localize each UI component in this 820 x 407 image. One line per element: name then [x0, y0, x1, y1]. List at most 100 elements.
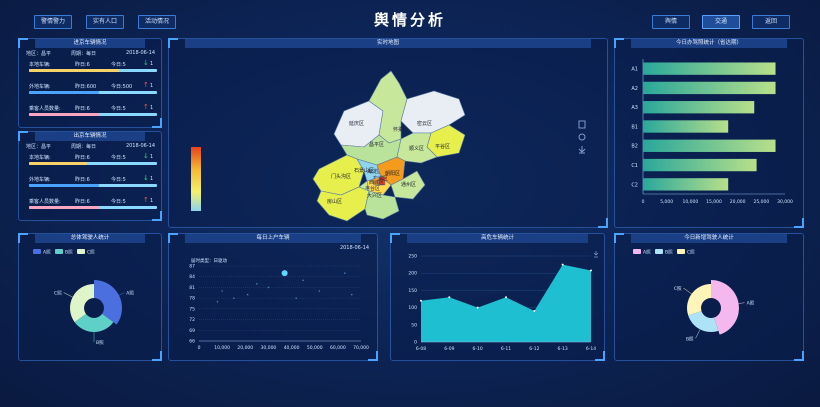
scatter-point[interactable]	[256, 283, 258, 285]
data-point[interactable]	[476, 306, 479, 309]
data-point[interactable]	[533, 310, 536, 313]
y-tick-label: 50	[411, 322, 417, 328]
bar-B2[interactable]	[643, 139, 776, 152]
scatter-point[interactable]	[246, 293, 249, 296]
progress-fill	[29, 113, 100, 116]
yesterday-value: 昨日:6	[75, 199, 90, 205]
x-tick-label: 0	[642, 199, 645, 205]
region-value[interactable]: 昌平	[41, 144, 51, 150]
dashboard: 舆情分析 警情警力 实有人口 活动情况 舆情 交通 返回 进京车辆情况 地区：昌…	[0, 0, 820, 407]
data-point[interactable]	[505, 296, 507, 299]
nav-button-back[interactable]: 返回	[752, 15, 790, 29]
legend-swatch[interactable]	[655, 249, 663, 254]
scatter-point[interactable]	[216, 300, 219, 303]
pie-slice[interactable]	[687, 284, 711, 316]
download-icon[interactable]	[578, 146, 586, 154]
legend-swatch[interactable]	[33, 249, 41, 254]
bar-A1[interactable]	[643, 62, 776, 75]
slice-label: B照	[96, 340, 104, 346]
x-tick-label: 6-11	[501, 346, 511, 352]
data-point[interactable]	[420, 299, 422, 302]
period-value[interactable]: 每日	[86, 51, 96, 57]
row-label: 外地车辆:	[29, 177, 51, 183]
region-value[interactable]: 昌平	[41, 51, 51, 57]
scatter-point[interactable]	[350, 293, 353, 296]
x-tick-label: 60,000	[330, 345, 346, 351]
legend-label: B照	[665, 250, 673, 256]
progress-fill	[29, 206, 100, 209]
row-label: 外地车辆:	[29, 84, 51, 90]
scatter-point[interactable]	[281, 270, 288, 277]
view-icon[interactable]	[578, 120, 586, 129]
x-tick-label: 10,000	[682, 199, 698, 205]
refresh-icon[interactable]	[578, 133, 586, 141]
scatter-point[interactable]	[318, 290, 321, 292]
download-icon[interactable]	[593, 251, 599, 258]
x-tick-label: 6-14	[586, 346, 596, 352]
y-tick-label: 81	[189, 285, 195, 291]
y-tick-label: 72	[189, 317, 195, 323]
danger-area-chart: 0 50 100 150 200 250 6-08 6-09 6-10 6-11 6-12 6-13 6…	[408, 251, 599, 352]
category-label: C2	[631, 182, 638, 188]
y-tick-label: 78	[189, 296, 195, 302]
row-label: 本地车辆:	[29, 62, 51, 68]
x-tick-label: 6-13	[558, 346, 568, 352]
bar-C1[interactable]	[643, 158, 757, 172]
bar-A3[interactable]	[643, 101, 755, 114]
x-tick-label: 20,000	[237, 345, 253, 351]
y-tick-label: 69	[189, 328, 195, 334]
legend-swatch[interactable]	[55, 249, 63, 254]
label-line	[695, 329, 701, 339]
y-tick-label: 0	[414, 340, 417, 346]
bar-A2[interactable]	[643, 81, 776, 95]
pie-slice[interactable]	[688, 311, 719, 332]
y-tick-label: 66	[189, 339, 195, 345]
bar-B1[interactable]	[643, 120, 729, 133]
x-tick-label: 30,000	[261, 345, 277, 351]
x-tick-label: 15,000	[706, 199, 722, 205]
district-label: 大兴区	[367, 192, 382, 199]
scatter-point[interactable]	[344, 272, 346, 274]
x-tick-label: 25,000	[753, 199, 769, 205]
area-fill[interactable]	[421, 264, 591, 342]
scatter-point[interactable]	[302, 279, 304, 282]
legend-label: B照	[65, 250, 73, 256]
category-label: B2	[631, 144, 638, 150]
nav-button-population[interactable]: 实有人口	[86, 15, 124, 29]
legend-swatch[interactable]	[77, 249, 85, 254]
visual-map-scale[interactable]	[191, 147, 201, 211]
region-label: 地区：	[26, 144, 42, 150]
map-toolbox	[578, 120, 586, 154]
nav-button-opinion[interactable]: 舆情	[652, 15, 690, 29]
today-value: 今日:5	[111, 106, 126, 112]
scatter-point[interactable]	[295, 297, 297, 299]
pie-slice[interactable]	[70, 284, 94, 323]
drivers-pie-panel: 总体驾驶人统计 A照 B照 C照 A照 B照 C照	[18, 233, 162, 361]
nav-button-police[interactable]: 警情警力	[34, 15, 72, 29]
row-label: 本地车辆:	[29, 155, 51, 161]
x-tick-label: 50,000	[307, 345, 323, 351]
period-value[interactable]: 每日	[86, 144, 96, 150]
nav-button-activity[interactable]: 活动情况	[138, 15, 176, 29]
data-point[interactable]	[590, 269, 592, 272]
change-value: 1	[150, 105, 154, 111]
trend-arrow-icon: ↓	[143, 174, 149, 182]
region-label: 地区：	[26, 51, 42, 57]
x-tick-label: 70,000	[353, 345, 369, 351]
yesterday-value: 昨日:600	[75, 84, 97, 90]
y-tick-label: 200	[408, 271, 417, 277]
nav-button-traffic[interactable]: 交通	[702, 15, 740, 29]
data-point[interactable]	[448, 296, 451, 299]
scatter-point[interactable]	[267, 286, 270, 289]
data-point[interactable]	[561, 263, 564, 266]
legend-swatch[interactable]	[633, 249, 641, 254]
scatter-point[interactable]	[221, 290, 223, 292]
bar-C2[interactable]	[643, 178, 729, 191]
map-canvas: 延庆区怀柔区密云区昌平区 平谷区顺义区门头沟区海淀区 朝阳区石景山区丰台区东城区西城…	[191, 70, 586, 222]
legend-label: A照	[43, 250, 51, 256]
slice-label: B照	[686, 336, 694, 342]
row-label: 乘客人员数量:	[29, 106, 61, 112]
legend-swatch[interactable]	[677, 249, 685, 254]
scatter-point[interactable]	[232, 297, 235, 299]
district-2[interactable]	[400, 90, 466, 134]
